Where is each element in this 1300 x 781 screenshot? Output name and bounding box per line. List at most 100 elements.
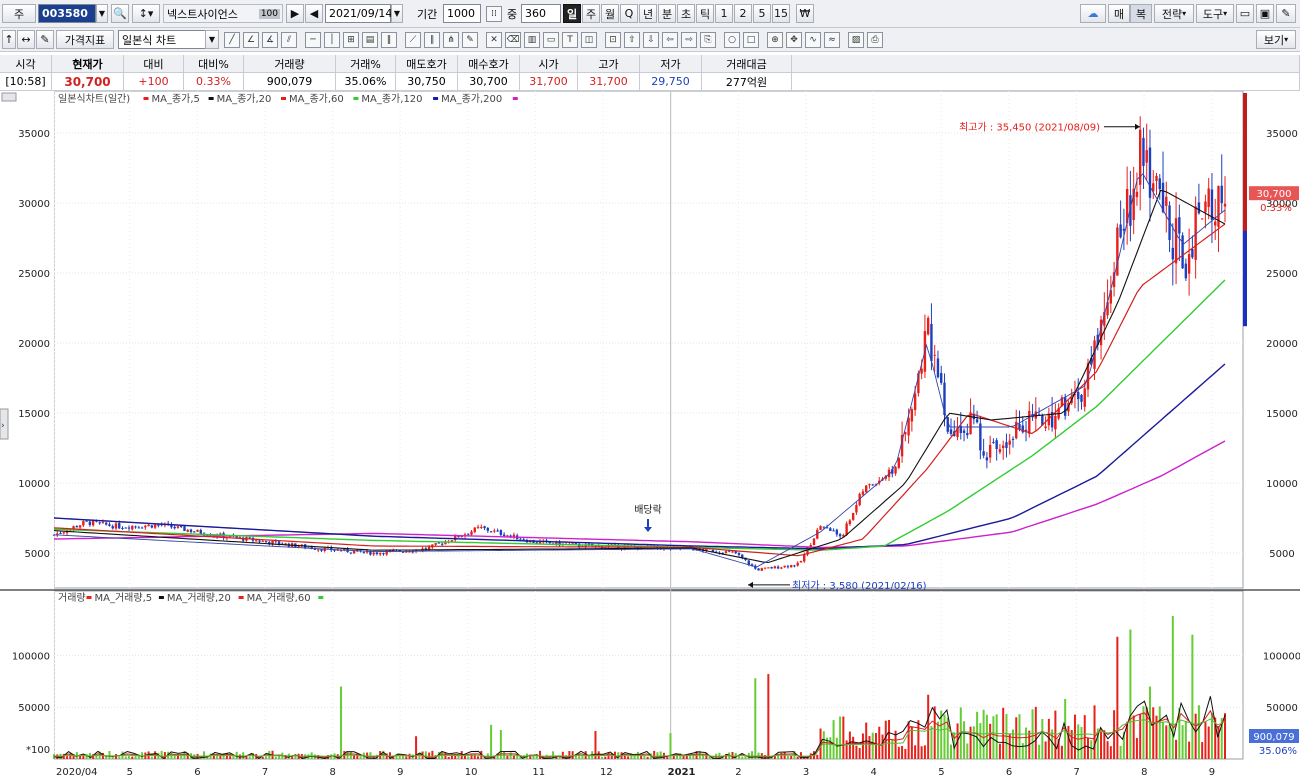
indicator-button[interactable]: 가격지표 bbox=[56, 30, 114, 49]
legend-swatch bbox=[281, 97, 286, 100]
wave-a-icon[interactable]: ∿ bbox=[805, 32, 821, 48]
grid-icon[interactable]: ⊞ bbox=[343, 32, 359, 48]
volume-bar bbox=[754, 678, 757, 759]
arrow-up-icon[interactable]: ⇧ bbox=[624, 32, 640, 48]
market-select[interactable]: 주 bbox=[2, 4, 36, 23]
time-tick-17: 9 bbox=[1209, 767, 1215, 778]
date-dropdown-button[interactable]: ▼ bbox=[391, 4, 403, 23]
candle-body bbox=[776, 566, 780, 569]
bars-icon[interactable]: ‖ bbox=[381, 32, 397, 48]
volume-bar bbox=[842, 716, 845, 759]
interval-button-10[interactable]: 5 bbox=[753, 4, 771, 23]
strategy-button[interactable]: 전략 ▾ bbox=[1154, 4, 1194, 23]
trend-icon[interactable]: ⟋ bbox=[405, 32, 421, 48]
cross-tool-icon[interactable]: ✕ bbox=[486, 32, 502, 48]
chevron-down-icon: ▾ bbox=[1182, 9, 1187, 18]
angle-icon[interactable]: ∡ bbox=[262, 32, 278, 48]
right-button-1[interactable]: 복 bbox=[1130, 4, 1152, 23]
table-icon[interactable]: ▤ bbox=[362, 32, 378, 48]
rect-icon[interactable]: □ bbox=[743, 32, 759, 48]
arrow-down-icon[interactable]: ⇩ bbox=[643, 32, 659, 48]
pitchfork-icon[interactable]: ⋔ bbox=[443, 32, 459, 48]
expand-horizontal-button[interactable]: ↔ bbox=[17, 30, 35, 49]
volume-bar bbox=[972, 726, 975, 759]
candle-body bbox=[760, 568, 764, 571]
arrow-left-icon[interactable]: ⇦ bbox=[662, 32, 678, 48]
interval-button-1[interactable]: 주 bbox=[582, 4, 600, 23]
chart-type-select[interactable]: 일본식 차트 bbox=[118, 30, 206, 49]
fill-icon[interactable]: ▥ bbox=[524, 32, 540, 48]
clipboard-icon[interactable]: ⎘ bbox=[700, 32, 716, 48]
tools-button[interactable]: 도구 ▾ bbox=[1196, 4, 1234, 23]
volume-bar bbox=[294, 756, 297, 759]
save-button[interactable]: ▣ bbox=[1256, 4, 1274, 23]
settings-button[interactable]: ✎ bbox=[1276, 4, 1296, 23]
stock-code-input[interactable]: 003580 bbox=[38, 4, 96, 23]
angle-line-icon[interactable]: ∠ bbox=[243, 32, 259, 48]
code-dropdown-button[interactable]: ▼ bbox=[96, 4, 108, 23]
volume-bar bbox=[1080, 727, 1083, 759]
line-icon[interactable]: ╱ bbox=[224, 32, 240, 48]
view-button[interactable]: 보기 ▾ bbox=[1256, 30, 1296, 49]
cloud-button[interactable]: ☁ bbox=[1080, 4, 1106, 23]
interval-button-0[interactable]: 일 bbox=[563, 4, 581, 23]
arrow-right-icon[interactable]: ⇨ bbox=[681, 32, 697, 48]
interval-button-9[interactable]: 2 bbox=[734, 4, 752, 23]
print-icon[interactable]: ⎙ bbox=[867, 32, 883, 48]
sort-button[interactable]: ↕▾ bbox=[132, 4, 160, 23]
marquee-icon[interactable]: ◫ bbox=[581, 32, 597, 48]
circle-icon[interactable]: ○ bbox=[724, 32, 740, 48]
eraser-icon[interactable]: ⌫ bbox=[505, 32, 521, 48]
date-input[interactable]: 2021/09/14 bbox=[325, 4, 392, 23]
text-tool-icon[interactable]: T bbox=[562, 32, 578, 48]
quote-header-6: 매도호가 bbox=[396, 55, 458, 73]
interval-button-11[interactable]: 15 bbox=[772, 4, 790, 23]
interval-button-6[interactable]: 초 bbox=[677, 4, 695, 23]
chart-type-value: 일본식 차트 bbox=[122, 33, 177, 47]
dots-icon[interactable]: ⁞⁞ bbox=[486, 6, 502, 22]
volume-bar bbox=[219, 755, 222, 759]
pencil-icon[interactable]: ✎ bbox=[462, 32, 478, 48]
candle-body bbox=[127, 527, 131, 529]
interval-button-4[interactable]: 년 bbox=[639, 4, 657, 23]
vline-icon[interactable]: │ bbox=[324, 32, 340, 48]
currency-button[interactable]: ₩ bbox=[796, 4, 814, 23]
count-input[interactable]: 360 bbox=[521, 4, 561, 23]
volume-bar bbox=[741, 756, 744, 759]
fan-icon[interactable]: ⫽ bbox=[281, 32, 297, 48]
volume-bar bbox=[95, 755, 98, 759]
candle-body bbox=[1083, 388, 1086, 407]
chart-type-dropdown[interactable]: ▼ bbox=[205, 30, 219, 49]
chart-canvas[interactable]: › 5000 5000 10000 10000 15000 15000 20000 20000 2… bbox=[0, 90, 1300, 778]
prev-button[interactable]: ◀ bbox=[305, 4, 323, 23]
quote-value-9: 31,700 bbox=[578, 73, 640, 91]
search-button[interactable]: 🔍 bbox=[111, 4, 129, 23]
scroll-arrows[interactable] bbox=[1, 92, 17, 102]
note-icon[interactable]: ▭ bbox=[543, 32, 559, 48]
interval-button-3[interactable]: Q bbox=[620, 4, 638, 23]
interval-button-8[interactable]: 1 bbox=[715, 4, 733, 23]
open-folder-button[interactable]: ▭ bbox=[1236, 4, 1254, 23]
wave-b-icon[interactable]: ≈ bbox=[824, 32, 840, 48]
volume-bar bbox=[1113, 710, 1116, 759]
volume-bar bbox=[786, 755, 789, 759]
right-button-0[interactable]: 매 bbox=[1108, 4, 1130, 23]
next-button[interactable]: ▶ bbox=[286, 4, 304, 23]
cursor-icon[interactable]: ✥ bbox=[786, 32, 802, 48]
interval-button-5[interactable]: 분 bbox=[658, 4, 676, 23]
period-input[interactable]: 1000 bbox=[443, 4, 481, 23]
play-right-icon: ▶ bbox=[290, 7, 300, 20]
edit-button[interactable]: ✎ bbox=[36, 30, 54, 49]
zoom-icon[interactable]: ⊕ bbox=[767, 32, 783, 48]
frame-icon[interactable]: ⊡ bbox=[605, 32, 621, 48]
interval-button-7[interactable]: 틱 bbox=[696, 4, 714, 23]
parallel-icon[interactable]: ∥ bbox=[424, 32, 440, 48]
expand-up-button[interactable]: ↑ bbox=[2, 30, 16, 49]
chevron-down-icon: ▾ bbox=[1284, 35, 1289, 44]
volume-bar bbox=[835, 737, 838, 759]
quote-header-filler bbox=[792, 55, 1300, 73]
interval-button-2[interactable]: 월 bbox=[601, 4, 619, 23]
hline-icon[interactable]: ─ bbox=[305, 32, 321, 48]
image-tool-icon[interactable]: ▨ bbox=[848, 32, 864, 48]
volume-bar bbox=[907, 721, 910, 759]
